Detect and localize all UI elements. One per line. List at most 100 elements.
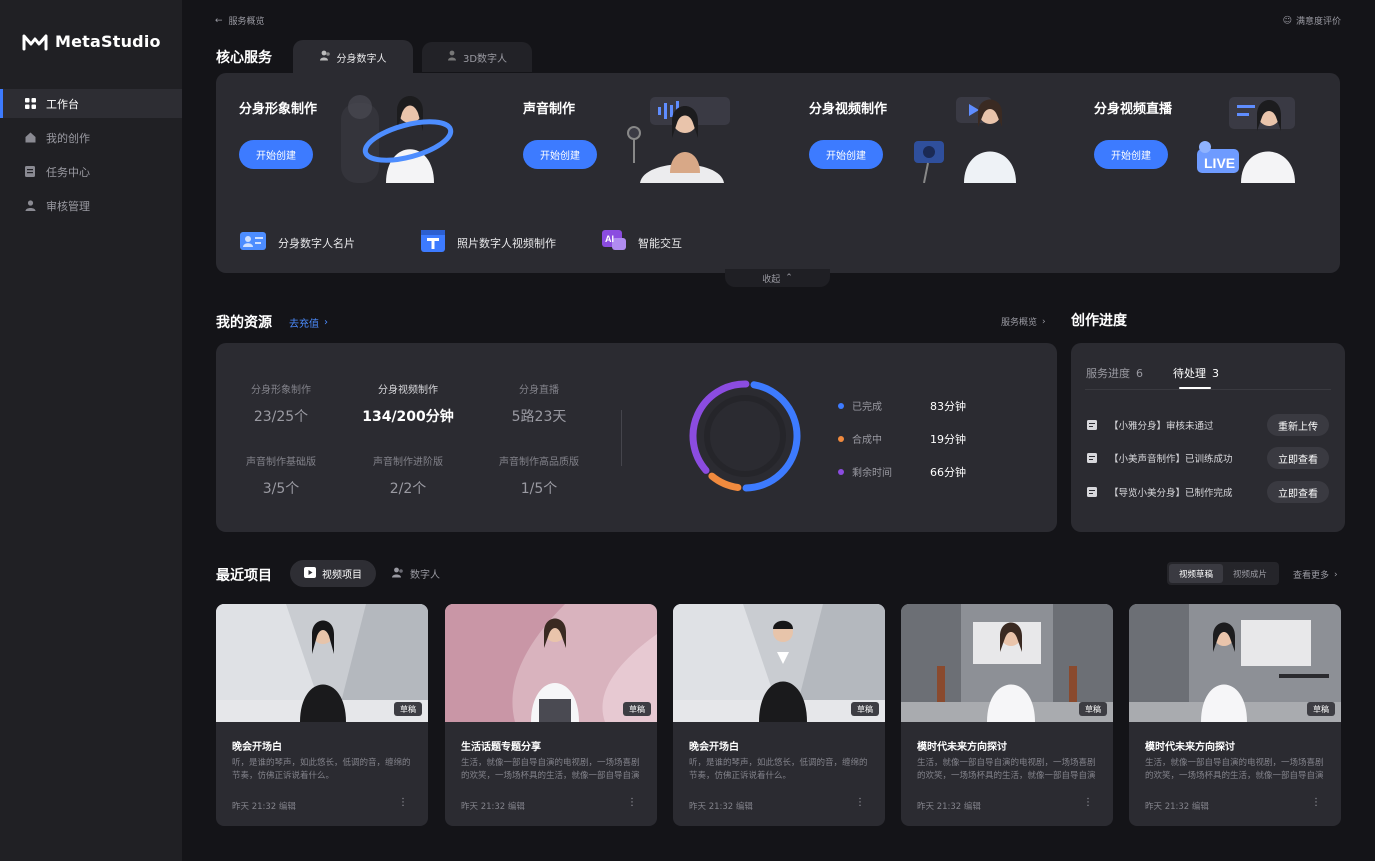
reupload-button[interactable]: 重新上传 — [1267, 414, 1329, 436]
task-text: 【导览小美分身】已制作完成 — [1109, 488, 1233, 499]
card-edit-time: 昨天 21:32 编辑 — [461, 802, 525, 812]
resource-label: 声音制作进阶版 — [373, 457, 443, 468]
collapse-toggle[interactable]: 收起 ⌃ — [725, 269, 830, 287]
card-title: 生活话题专题分享 — [461, 742, 541, 753]
document-icon — [1087, 420, 1097, 430]
core-services-title: 核心服务 — [216, 50, 272, 66]
legend-remaining: 剩余时间 66分钟 — [838, 464, 966, 479]
view-now-button[interactable]: 立即查看 — [1267, 447, 1329, 469]
tab-label: 分身数字人 — [336, 53, 387, 65]
more-options-icon[interactable]: ⋮ — [398, 797, 408, 808]
tab-count: 6 — [1136, 367, 1143, 380]
logo[interactable]: MetaStudio — [22, 32, 161, 51]
resource-item: 分身视频制作 134/200分钟 — [343, 381, 473, 426]
start-create-button[interactable]: 开始创建 — [1094, 140, 1168, 169]
tab-video-projects[interactable]: 视频项目 — [290, 560, 376, 587]
video-icon — [304, 566, 316, 581]
service-overview-link[interactable]: 服务概览 › — [1001, 315, 1046, 329]
resource-value: 23/25个 — [253, 409, 309, 425]
tab-avatar[interactable]: 分身数字人 — [293, 40, 413, 74]
legend-dot — [838, 402, 844, 409]
voice-creation-illustration — [627, 97, 730, 183]
resource-label: 声音制作基础版 — [246, 457, 316, 468]
start-create-button[interactable]: 开始创建 — [239, 140, 313, 169]
project-card[interactable]: 草稿 模时代未来方向探讨 生活，就像一部自导自演的电视剧，一场场喜剧的欢笑，一场… — [901, 604, 1113, 826]
back-link[interactable]: ← 服务概览 — [215, 14, 265, 28]
more-options-icon[interactable]: ⋮ — [627, 797, 637, 808]
resource-label: 分身视频制作 — [378, 385, 438, 396]
sidebar-item-my-creations[interactable]: 我的创作 — [0, 123, 182, 152]
3d-avatar-icon — [447, 50, 457, 64]
card-edit-time: 昨天 21:32 编辑 — [232, 802, 296, 812]
sidebar-item-review[interactable]: 审核管理 — [0, 191, 182, 220]
card-icon — [240, 230, 266, 255]
user-icon — [24, 200, 36, 212]
draft-badge: 草稿 — [394, 702, 422, 716]
resource-label: 分身形象制作 — [251, 385, 311, 396]
quick-link-label: 智能交互 — [638, 236, 682, 250]
legend-dot — [838, 435, 844, 442]
legend-value: 19分钟 — [930, 432, 966, 446]
card-description: 生活，就像一部自导自演的电视剧，一场场喜剧的欢笑，一场场杯具的生活，就像一部自导… — [1145, 758, 1324, 781]
tab-count: 3 — [1212, 367, 1219, 380]
view-more-link[interactable]: 查看更多 › — [1293, 568, 1338, 582]
smile-icon: ☺ — [1282, 15, 1292, 26]
card-edit-time: 昨天 21:32 编辑 — [689, 802, 753, 812]
project-card[interactable]: 草稿 模时代未来方向探讨 生活，就像一部自导自演的电视剧，一场场喜剧的欢笑，一场… — [1129, 604, 1341, 826]
legend-dot — [838, 468, 844, 475]
service-live-stream: 分身视频直播 开始创建 LIVE — [1071, 73, 1351, 203]
legend-value: 66分钟 — [930, 465, 966, 479]
legend-synthesizing: 合成中 19分钟 — [838, 431, 966, 446]
sidebar-item-task-center[interactable]: 任务中心 — [0, 157, 182, 186]
feedback-link[interactable]: ☺ 满意度评价 — [1282, 14, 1341, 28]
back-label: 服务概览 — [228, 17, 265, 27]
toggle-drafts[interactable]: 视频草稿 — [1169, 564, 1223, 583]
resource-value: 3/5个 — [262, 481, 300, 497]
service-overview-label: 服务概览 — [1001, 318, 1038, 328]
start-create-button[interactable]: 开始创建 — [809, 140, 883, 169]
start-create-button[interactable]: 开始创建 — [523, 140, 597, 169]
quick-link-ai-interaction[interactable]: AI 智能交互 — [602, 230, 682, 255]
legend-label: 已完成 — [852, 402, 882, 413]
view-now-button[interactable]: 立即查看 — [1267, 481, 1329, 503]
project-card[interactable]: 草稿 晚会开场白 听，是谁的琴声，如此悠长，低调的音，缠绵的节奏，仿佛正诉说着什… — [673, 604, 885, 826]
draft-badge: 草稿 — [623, 702, 651, 716]
legend-completed: 已完成 83分钟 — [838, 398, 966, 413]
quick-link-photo-video[interactable]: 照片数字人视频制作 — [421, 230, 556, 255]
tab-pending[interactable]: 待处理 3 — [1173, 365, 1219, 381]
project-card[interactable]: 草稿 生活话题专题分享 生活，就像一部自导自演的电视剧，一场场喜剧的欢笑，一场场… — [445, 604, 657, 826]
tab-digital-humans[interactable]: 数字人 — [392, 560, 440, 587]
sidebar-item-workbench[interactable]: 工作台 — [0, 89, 182, 118]
toggle-finished[interactable]: 视频成片 — [1223, 564, 1277, 583]
draft-final-toggle: 视频草稿 视频成片 — [1167, 562, 1279, 585]
chevron-right-icon: › — [324, 317, 328, 328]
more-options-icon[interactable]: ⋮ — [1083, 797, 1093, 808]
task-row: 【导览小美分身】已制作完成 立即查看 — [1087, 480, 1329, 504]
tab-label: 视频项目 — [322, 570, 362, 581]
resource-value: 2/2个 — [389, 481, 427, 497]
service-avatar-creation: 分身形象制作 开始创建 — [216, 73, 496, 203]
tab-service-progress[interactable]: 服务进度 6 — [1086, 365, 1143, 381]
quick-link-digital-card[interactable]: 分身数字人名片 — [240, 230, 355, 255]
sidebar-nav: 工作台 我的创作 任务中心 审核管理 — [0, 89, 182, 225]
legend-label: 剩余时间 — [852, 468, 892, 479]
recharge-link[interactable]: 去充值 › — [289, 315, 328, 330]
quick-link-label: 分身数字人名片 — [278, 236, 355, 250]
tab-3d-avatar[interactable]: 3D数字人 — [422, 42, 532, 72]
resource-value: 5路23天 — [511, 409, 567, 425]
service-title: 分身视频制作 — [809, 102, 888, 117]
more-options-icon[interactable]: ⋮ — [1311, 797, 1321, 808]
sidebar: MetaStudio 工作台 我的创作 任务中心 审核管理 — [0, 0, 182, 861]
task-icon — [24, 166, 36, 178]
card-title: 晚会开场白 — [232, 742, 282, 753]
card-description: 听，是谁的琴声，如此悠长，低调的音，缠绵的节奏，仿佛正诉说着什么。 — [689, 758, 868, 781]
more-options-icon[interactable]: ⋮ — [855, 797, 865, 808]
task-text: 【小雅分身】审核未通过 — [1109, 421, 1214, 432]
card-title: 模时代未来方向探讨 — [1145, 742, 1235, 753]
project-card[interactable]: 草稿 晚会开场白 听，是谁的琴声，如此悠长，低调的音，缠绵的节奏，仿佛正诉说着什… — [216, 604, 428, 826]
donut-segment-1 — [708, 472, 742, 492]
resource-item: 分身直播 5路23天 — [474, 381, 604, 426]
sidebar-item-label: 任务中心 — [46, 165, 90, 179]
collapse-label: 收起 — [762, 274, 781, 285]
resource-item: 声音制作进阶版 2/2个 — [343, 453, 473, 498]
